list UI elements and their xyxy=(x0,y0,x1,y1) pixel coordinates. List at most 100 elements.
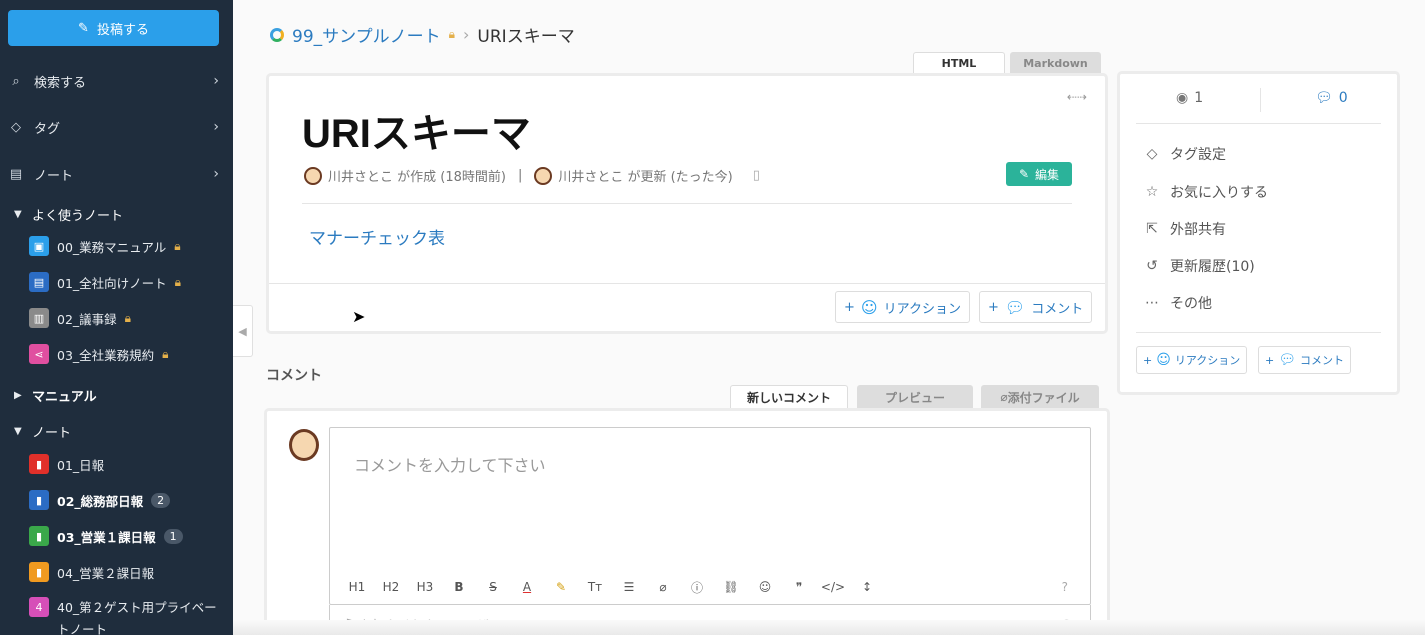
sidebar-item-tag[interactable]: ◇ タグ › xyxy=(0,112,233,142)
created-info: 川井さとこ が作成 (18時間前) xyxy=(328,170,506,185)
notebook-icon: ▮ xyxy=(29,490,49,510)
h1-button[interactable]: H1 xyxy=(340,580,374,594)
paperclip-icon: ⌀ xyxy=(1000,390,1008,404)
comment-count[interactable]: 💬︎ 0 xyxy=(1315,90,1348,106)
emoji-button[interactable]: ☺ xyxy=(748,580,782,594)
avatar xyxy=(534,166,553,185)
tab-preview[interactable]: プレビュー xyxy=(857,385,973,409)
note-item[interactable]: ▮ 02_総務部日報 2 xyxy=(29,488,171,512)
search-icon: ⌕ xyxy=(12,73,20,89)
divider xyxy=(1136,332,1381,333)
h3-button[interactable]: H3 xyxy=(408,580,442,594)
caret-down-icon: ▼ xyxy=(14,426,22,437)
sidebar-item-note[interactable]: ▤ ノート › xyxy=(0,159,233,189)
favorite-item[interactable]: ▥ 02_議事録 🔒︎ xyxy=(29,306,131,330)
favorite-item[interactable]: ▣ 00_業務マニュアル 🔒︎ xyxy=(29,234,181,258)
share-icon: ⋖ xyxy=(29,344,49,364)
sidebar-item-search[interactable]: ⌕ 検索する › xyxy=(0,66,233,96)
attach-button[interactable]: ⌀ xyxy=(646,580,680,594)
note-item[interactable]: ▮ 04_営業２課日報 xyxy=(29,560,154,584)
avatar xyxy=(304,166,322,185)
chevron-right-icon: › xyxy=(463,25,470,44)
link-button[interactable]: ⛓ xyxy=(714,580,748,594)
menu-tag-settings[interactable]: ◇ タグ設定 xyxy=(1144,144,1226,164)
tab-markdown[interactable]: Markdown xyxy=(1010,52,1101,74)
plus-icon: + xyxy=(1143,353,1153,367)
document-link[interactable]: マナーチェック表 xyxy=(309,224,445,249)
breadcrumb-current: URIスキーマ xyxy=(477,27,575,47)
tag-icon: ◇ xyxy=(11,119,21,135)
tab-new-comment[interactable]: 新しいコメント xyxy=(730,385,848,409)
number-badge-icon: 4 xyxy=(29,597,49,617)
clipboard-icon[interactable]: ▯ xyxy=(753,168,760,183)
breadcrumb-note-link[interactable]: 99_サンプルノート xyxy=(292,22,441,47)
history-icon: ↺ xyxy=(1146,258,1158,274)
favorite-item[interactable]: ⋖ 03_全社業務規約 🔒︎ xyxy=(29,342,169,366)
strikethrough-button[interactable]: S xyxy=(476,580,510,594)
comments-icon: 💬︎ xyxy=(1315,90,1333,106)
code-button[interactable]: </> xyxy=(816,580,850,594)
chevron-right-icon: › xyxy=(213,166,219,182)
tag-icon: ◇ xyxy=(1146,146,1158,162)
menu-external-share[interactable]: ⇱ 外部共有 xyxy=(1144,219,1226,239)
note-item[interactable]: ▮ 03_営業１課日報 1 xyxy=(29,524,183,548)
lock-icon: 🔒︎ xyxy=(174,274,182,289)
expand-width-icon[interactable]: ⇠⇢ xyxy=(1067,90,1087,104)
comments-icon: 💬︎ xyxy=(1278,352,1296,368)
caret-right-icon: ▶ xyxy=(14,390,22,401)
panel-comment-button[interactable]: + 💬︎ コメント xyxy=(1258,346,1351,374)
notes-header[interactable]: ▼ ノート xyxy=(14,422,71,441)
avatar xyxy=(289,429,319,461)
comment-textarea[interactable]: コメントを入力して下さい H1 H2 H3 B S A ✎ Tт ☰ ⌀ ⓘ ⛓… xyxy=(329,427,1091,605)
notebook-icon: ▮ xyxy=(29,562,49,582)
external-link-icon: ⇱ xyxy=(1146,221,1158,237)
resize-button[interactable]: ↕ xyxy=(850,580,884,594)
pencil-icon: ✎ xyxy=(1018,167,1030,181)
divider xyxy=(1260,88,1261,112)
list-button[interactable]: ☰ xyxy=(612,580,646,594)
comment-form: コメントを入力して下さい H1 H2 H3 B S A ✎ Tт ☰ ⌀ ⓘ ⛓… xyxy=(264,408,1110,635)
tab-html[interactable]: HTML xyxy=(913,52,1005,74)
sidebar-collapse-button[interactable]: ◀ xyxy=(233,305,253,357)
post-button[interactable]: ✎ 投稿する xyxy=(8,10,219,46)
updated-info: 川井さとこ が更新 (たった今) xyxy=(558,170,733,185)
note-logo-icon xyxy=(270,27,284,42)
lock-icon: 🔒︎ xyxy=(174,238,181,253)
star-icon: ☆ xyxy=(1145,184,1159,200)
plus-icon: + xyxy=(988,299,999,315)
h2-button[interactable]: H2 xyxy=(374,580,408,594)
book-icon: ▤ xyxy=(29,272,49,292)
page-title: URIスキーマ xyxy=(302,112,531,156)
edit-button[interactable]: ✎ 編集 xyxy=(1006,162,1072,186)
unread-count-badge: 1 xyxy=(163,528,183,544)
document-meta: 川井さとこ が作成 (18時間前) | 川井さとこ が更新 (たった今) ▯ xyxy=(304,166,760,185)
add-reaction-button[interactable]: + ☺ リアクション xyxy=(835,291,970,323)
quote-button[interactable]: ❞ xyxy=(782,580,816,594)
note-item[interactable]: 4 40_第２ゲスト用プライベートノート xyxy=(29,597,217,635)
note-item[interactable]: ▮ 01_日報 xyxy=(29,452,104,476)
help-icon[interactable]: ? xyxy=(1062,580,1068,594)
menu-favorite[interactable]: ☆ お気に入りする xyxy=(1144,182,1268,202)
menu-more[interactable]: ⋯ その他 xyxy=(1144,293,1212,313)
plus-icon: + xyxy=(1265,353,1275,367)
panel-reaction-button[interactable]: + ☺ リアクション xyxy=(1136,346,1248,374)
info-button[interactable]: ⓘ xyxy=(680,579,714,596)
notebook-icon: ▮ xyxy=(29,454,49,474)
bold-button[interactable]: B xyxy=(442,580,476,594)
font-color-button[interactable]: A xyxy=(510,580,544,594)
favorite-item[interactable]: ▤ 01_全社向けノート 🔒︎ xyxy=(29,270,181,294)
highlight-button[interactable]: ✎ xyxy=(544,580,578,594)
tab-attachments[interactable]: ⌀ 添付ファイル xyxy=(981,385,1099,409)
comment-placeholder: コメントを入力して下さい xyxy=(354,456,546,475)
monitor-icon: ▣ xyxy=(29,236,49,256)
pencil-icon: ✎ xyxy=(78,20,89,36)
lock-icon: 🔒︎ xyxy=(448,27,456,41)
divider xyxy=(302,203,1072,204)
manual-header[interactable]: ▶ マニュアル xyxy=(14,386,97,405)
favorites-header[interactable]: ▼ よく使うノート xyxy=(14,205,123,224)
add-comment-button[interactable]: + 💬︎ コメント xyxy=(979,291,1093,323)
comments-icon: 💬︎ xyxy=(1004,297,1026,317)
menu-history[interactable]: ↺ 更新履歴(10) xyxy=(1144,256,1255,276)
font-size-button[interactable]: Tт xyxy=(578,580,612,594)
editor-toolbar: H1 H2 H3 B S A ✎ Tт ☰ ⌀ ⓘ ⛓ ☺ ❞ </> ↕ ? xyxy=(340,576,1080,598)
